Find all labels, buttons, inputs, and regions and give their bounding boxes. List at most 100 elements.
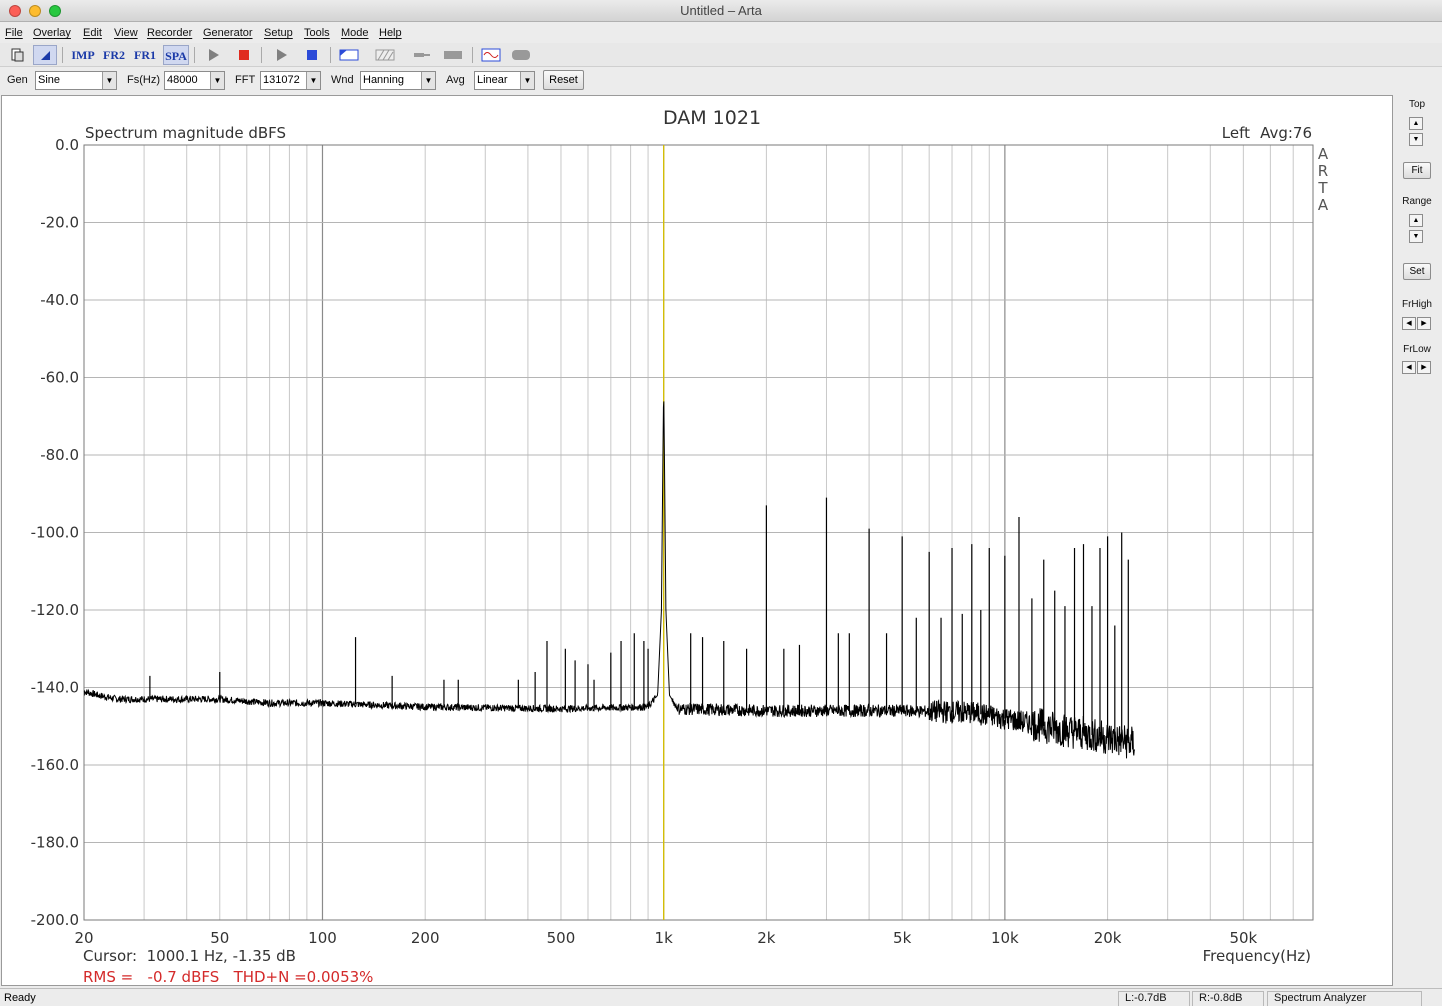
x-axis-label: Frequency(Hz) xyxy=(1203,947,1311,965)
y-tick-label: -120.0 xyxy=(31,601,79,619)
toolbar-separator xyxy=(330,47,331,63)
top-down-button[interactable]: ▼ xyxy=(1409,133,1423,146)
y-tick-label: 0.0 xyxy=(55,136,79,154)
menu-recorder[interactable]: Recorder xyxy=(147,27,192,39)
frlow-right-button[interactable]: ▶ xyxy=(1417,361,1431,374)
menu-help[interactable]: Help xyxy=(379,27,402,39)
y-tick-label: -80.0 xyxy=(40,446,79,464)
window-label: Wnd xyxy=(331,74,354,86)
generator-value: Sine xyxy=(38,74,61,86)
avg-count-label: Avg:76 xyxy=(1260,124,1312,142)
spectrum-chart[interactable]: 0.0 -20.0 -40.0 -60.0 -80.0 -100.0 -120.0 -140.… xyxy=(2,96,1392,986)
x-tick-label: 2k xyxy=(757,929,776,947)
control-bar: Gen Sine ▼ Fs(Hz) 48000 ▼ FFT 131072 ▼ W… xyxy=(0,68,1442,94)
reset-button[interactable]: Reset xyxy=(543,70,584,90)
chevron-down-icon: ▼ xyxy=(421,72,435,89)
menu-generator[interactable]: Generator xyxy=(203,27,253,39)
sample-rate-select[interactable]: 48000 ▼ xyxy=(164,71,225,90)
frhigh-left-button[interactable]: ◀ xyxy=(1402,317,1416,330)
toolbar-separator xyxy=(62,47,63,63)
y-tick-label: -40.0 xyxy=(40,291,79,309)
window-title: Untitled – Arta xyxy=(680,3,762,18)
gen-label: Gen xyxy=(7,74,28,86)
menu-bar: File Overlay Edit View Recorder Generato… xyxy=(0,23,1442,43)
toolbar: IMP FR2 FR1 SPA xyxy=(0,43,1442,67)
window-select[interactable]: Hanning ▼ xyxy=(360,71,436,90)
fft-label: FFT xyxy=(235,74,256,86)
cursor-readout: Cursor: 1000.1 Hz, -1.35 dB xyxy=(83,947,296,965)
mode-readout: Spectrum Analyzer xyxy=(1267,991,1422,1006)
left-level-readout: L:-0.7dB xyxy=(1118,991,1190,1006)
avg-label: Avg xyxy=(446,74,465,86)
fr2-mode-button[interactable]: FR2 xyxy=(101,45,127,65)
channel-label: Left xyxy=(1222,124,1250,142)
impulse-mode-button[interactable]: IMP xyxy=(70,45,96,65)
x-tick-label: 1k xyxy=(655,929,674,947)
chart-title: DAM 1021 xyxy=(663,107,761,129)
y-tick-label: -200.0 xyxy=(31,911,79,929)
fr1-mode-button[interactable]: FR1 xyxy=(132,45,158,65)
generator-select[interactable]: Sine ▼ xyxy=(35,71,117,90)
fft-size-select[interactable]: 131072 ▼ xyxy=(260,71,321,90)
menu-file[interactable]: File xyxy=(5,27,23,39)
new-icon[interactable] xyxy=(5,45,29,65)
menu-view[interactable]: View xyxy=(114,27,138,39)
menu-setup[interactable]: Setup xyxy=(264,27,293,39)
bar-icon[interactable] xyxy=(441,45,465,65)
abc-icon[interactable] xyxy=(337,45,361,65)
fit-button[interactable]: Fit xyxy=(1403,162,1431,179)
chevron-down-icon: ▼ xyxy=(520,72,534,89)
range-down-button[interactable]: ▼ xyxy=(1409,230,1423,243)
window-value: Hanning xyxy=(363,74,404,86)
arta-watermark-r: R xyxy=(1318,162,1328,180)
stop-icon[interactable] xyxy=(232,45,256,65)
spa-mode-button[interactable]: SPA xyxy=(163,45,189,65)
menu-overlay[interactable]: Overlay xyxy=(33,27,71,39)
top-label: Top xyxy=(1408,99,1426,110)
arta-watermark-a: A xyxy=(1318,145,1329,163)
rms-thd-readout: RMS = -0.7 dBFS THD+N =0.0053% xyxy=(83,968,373,985)
range-label: Range xyxy=(1402,196,1432,207)
status-bar: Ready L:-0.7dB R:-0.8dB Spectrum Analyze… xyxy=(0,988,1442,1006)
frhigh-right-button[interactable]: ▶ xyxy=(1417,317,1431,330)
frlow-left-button[interactable]: ◀ xyxy=(1402,361,1416,374)
top-up-button[interactable]: ▲ xyxy=(1409,117,1423,130)
menu-mode[interactable]: Mode xyxy=(341,27,369,39)
x-tick-label: 100 xyxy=(308,929,337,947)
play-icon[interactable] xyxy=(269,45,293,65)
title-bar: Untitled – Arta xyxy=(0,0,1442,22)
x-tick-label: 5k xyxy=(893,929,912,947)
set-button[interactable]: Set xyxy=(1403,263,1431,280)
record-icon[interactable] xyxy=(509,45,533,65)
menu-tools[interactable]: Tools xyxy=(304,27,330,39)
sample-rate-value: 48000 xyxy=(167,74,198,86)
right-panel: Top ▲ ▼ Fit Range ▲ ▼ Set FrHigh ◀ ▶ FrL… xyxy=(1395,95,1442,986)
chevron-down-icon: ▼ xyxy=(102,72,116,89)
x-tick-label: 500 xyxy=(547,929,576,947)
play-icon[interactable] xyxy=(201,45,225,65)
arta-watermark-a2: A xyxy=(1318,196,1329,214)
probe-icon[interactable] xyxy=(410,45,434,65)
toolbar-separator xyxy=(194,47,195,63)
y-tick-label: -100.0 xyxy=(31,524,79,542)
menu-edit[interactable]: Edit xyxy=(83,27,102,39)
scope-icon[interactable] xyxy=(479,45,503,65)
fft-size-value: 131072 xyxy=(263,74,300,86)
status-ready: Ready xyxy=(4,992,36,1004)
stop-icon[interactable] xyxy=(300,45,324,65)
x-tick-label: 200 xyxy=(411,929,440,947)
fs-label: Fs(Hz) xyxy=(127,74,160,86)
y-tick-label: -180.0 xyxy=(31,834,79,852)
range-up-button[interactable]: ▲ xyxy=(1409,214,1423,227)
pointer-icon[interactable] xyxy=(33,45,57,65)
chevron-down-icon: ▼ xyxy=(306,72,320,89)
frhigh-label: FrHigh xyxy=(1401,299,1432,310)
toolbar-separator xyxy=(472,47,473,63)
y-axis-label: Spectrum magnitude dBFS xyxy=(85,124,286,142)
x-tick-label: 20 xyxy=(74,929,93,947)
hatch-icon[interactable] xyxy=(373,45,397,65)
averaging-select[interactable]: Linear ▼ xyxy=(474,71,535,90)
x-tick-labels: 20 50 100 200 500 1k 2k 5k 10k 20k 50k xyxy=(74,929,1257,947)
plot-area[interactable]: 0.0 -20.0 -40.0 -60.0 -80.0 -100.0 -120.0 -140.… xyxy=(1,95,1393,986)
arta-watermark-t: T xyxy=(1317,179,1328,197)
